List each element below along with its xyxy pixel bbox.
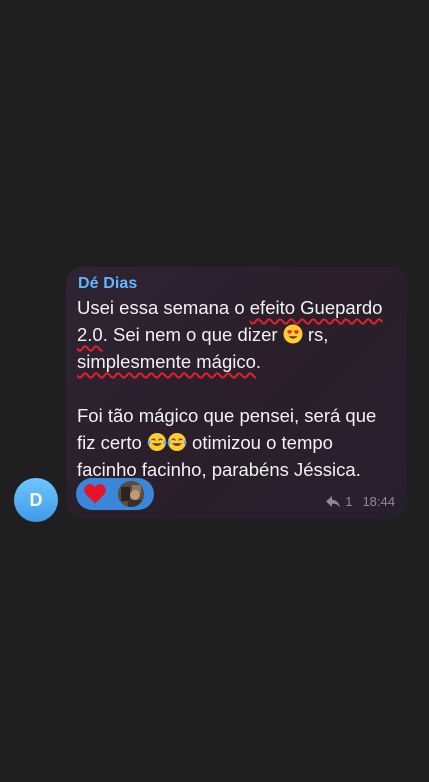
message-line: fiz certo otimizou o tempo [77,429,399,456]
text-fragment: fiz certo [77,432,147,453]
chat-screen: D Dé Dias Usei essa semana o efeito Guep… [0,0,429,782]
message-line: 2.0. Sei nem o que dizer rs, [77,321,399,348]
tears-of-joy-emoji-icon [147,433,167,451]
underlined-text: 2.0 [77,324,103,345]
avatar-letter: D [29,489,43,510]
sender-avatar[interactable]: D [14,478,58,522]
message-bubble[interactable]: Dé Dias Usei essa semana o efeito Guepar… [66,267,407,519]
heart-eyes-emoji-icon [283,324,303,344]
reply-arrow-icon[interactable] [326,495,341,508]
underlined-text: simplesmente mágico [77,351,256,372]
reactor-avatar[interactable] [118,481,144,507]
text-fragment: Usei essa semana o [77,297,250,318]
message-line: simplesmente mágico. [77,348,399,375]
message-time: 18:44 [362,494,395,509]
text-fragment: . [255,351,262,372]
message-line: Usei essa semana o efeito Guepardo [77,294,399,321]
sender-name[interactable]: Dé Dias [78,275,137,293]
message-text: Usei essa semana o efeito Guepardo 2.0. … [77,294,399,483]
message-line: Foi tão mágico que pensei, será que [77,405,377,426]
red-heart-icon [84,484,106,504]
reaction-pill[interactable] [76,478,154,510]
text-fragment: . Sei nem o que dizer [102,324,283,345]
text-fragment: otimizou o tempo [186,432,333,453]
message-meta: 1 18:44 [326,494,395,509]
tears-of-joy-emoji-icon [167,433,187,451]
reply-count[interactable]: 1 [345,494,352,509]
underlined-text: efeito Guepardo [249,297,383,318]
user-avatar-icon [118,481,144,507]
text-fragment: rs, [302,324,329,345]
